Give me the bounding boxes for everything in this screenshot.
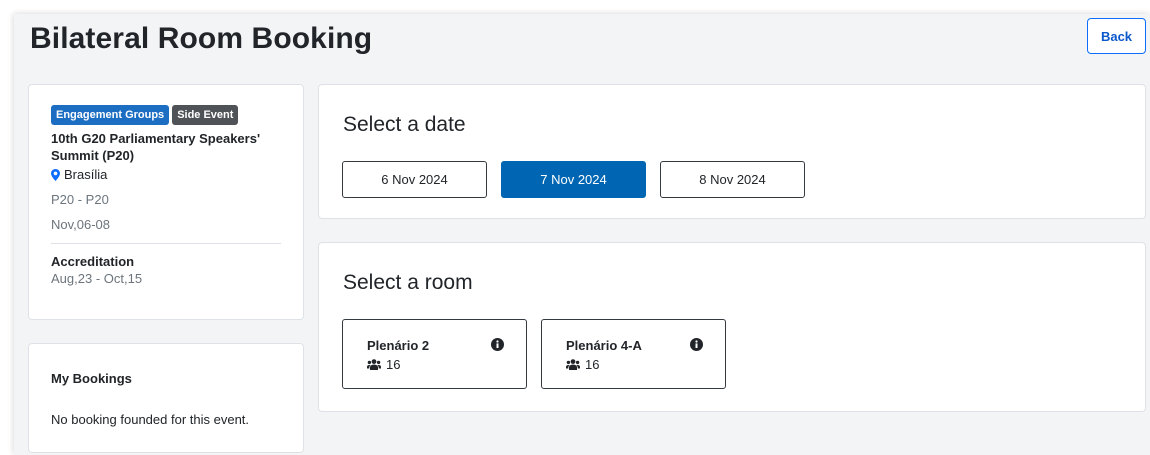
divider [51,243,281,244]
select-room-title: Select a room [343,271,473,294]
accreditation-label: Accreditation [51,254,135,269]
my-bookings-card: My Bookings No booking founded for this … [28,343,304,453]
badge-engagement-groups: Engagement Groups [51,105,170,125]
back-button[interactable]: Back [1087,18,1146,54]
event-location-text: Brasília [64,167,108,182]
select-date-title: Select a date [343,113,466,136]
event-badges: Engagement Groups Side Event [51,105,281,125]
select-date-card: Select a date 6 Nov 2024 7 Nov 2024 8 No… [318,84,1146,219]
event-dates: Nov,06-08 [51,217,111,232]
badge-side-event: Side Event [172,105,239,125]
room-option-plenario-2[interactable]: Plenário 2 16 [342,319,527,389]
accreditation-dates: Aug,23 - Oct,15 [51,271,143,286]
event-code: P20 - P20 [51,192,109,207]
room-name: Plenário 2 [367,338,430,353]
users-icon [566,359,580,370]
map-pin-icon [51,168,60,181]
info-circle-icon[interactable] [491,338,504,351]
event-name: 10th G20 Parliamentary Speakers' Summit … [51,131,261,163]
date-button-8-nov[interactable]: 8 Nov 2024 [660,161,805,198]
event-info-card: Engagement Groups Side Event 10th G20 Pa… [28,84,304,320]
room-capacity: 16 [566,357,701,372]
my-bookings-empty-text: No booking founded for this event. [51,412,250,427]
app-window: Bilateral Room Booking Back Engagement G… [14,14,1150,455]
room-capacity: 16 [367,357,502,372]
date-button-7-nov[interactable]: 7 Nov 2024 [501,161,646,198]
room-capacity-value: 16 [386,357,401,372]
room-name: Plenário 4-A [566,338,642,353]
event-location: Brasília [51,167,281,182]
select-room-card: Select a room Plenário 2 16 Plenário 4-A… [318,242,1146,412]
users-icon [367,359,381,370]
page-title: Bilateral Room Booking [30,22,373,55]
date-button-6-nov[interactable]: 6 Nov 2024 [342,161,487,198]
my-bookings-title: My Bookings [51,371,132,386]
info-circle-icon[interactable] [690,338,703,351]
room-option-plenario-4a[interactable]: Plenário 4-A 16 [541,319,726,389]
room-capacity-value: 16 [585,357,600,372]
